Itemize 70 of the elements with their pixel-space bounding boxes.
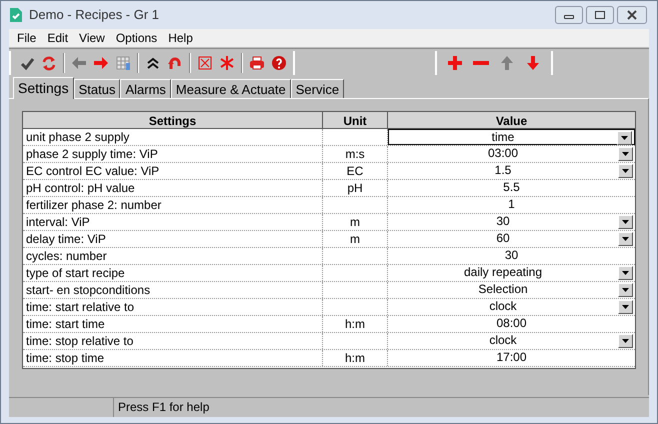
table-cell: m bbox=[323, 214, 388, 230]
table-cell: fertilizer phase 2: number bbox=[23, 197, 323, 213]
value-field[interactable]: 1 bbox=[388, 197, 635, 213]
minimize-icon bbox=[564, 15, 574, 19]
printer-icon bbox=[249, 54, 265, 70]
right-arrow-icon bbox=[93, 54, 109, 70]
maximize-button[interactable] bbox=[586, 6, 614, 24]
up-arrow-icon bbox=[499, 54, 515, 70]
dropdown-field[interactable]: 03:00 bbox=[388, 146, 635, 162]
table-cell: pH control: pH value bbox=[23, 180, 323, 196]
down-arrow-icon bbox=[525, 54, 541, 70]
table-cell: phase 2 supply time: ViP bbox=[23, 146, 323, 162]
help-icon bbox=[271, 54, 287, 70]
table-cell: delay time: ViP bbox=[23, 231, 323, 247]
undo-arrow-icon bbox=[167, 54, 183, 70]
close-icon bbox=[626, 10, 638, 20]
menu-item[interactable]: Options bbox=[112, 29, 162, 47]
column-header: Unit bbox=[323, 112, 388, 128]
tab[interactable]: Status bbox=[74, 79, 120, 98]
dropdown-field[interactable]: Selection bbox=[388, 282, 635, 298]
dropdown-field[interactable]: 60 bbox=[388, 231, 635, 247]
dropdown-field[interactable]: 1.5 bbox=[388, 163, 635, 179]
table-cell: EC bbox=[323, 163, 388, 179]
menu-item[interactable]: File bbox=[13, 29, 40, 47]
dropdown-field[interactable]: clock bbox=[388, 299, 635, 315]
table-cell: start- en stopconditions bbox=[23, 282, 323, 298]
table-cell: m bbox=[323, 231, 388, 247]
grid-icon bbox=[115, 54, 131, 70]
asterisk-icon bbox=[219, 54, 235, 70]
table-cell: interval: ViP bbox=[23, 214, 323, 230]
table-cell: cycles: number bbox=[23, 248, 323, 264]
dropdown-field[interactable]: 30 bbox=[388, 214, 635, 230]
value-field[interactable]: 30 bbox=[388, 248, 635, 264]
menu-item[interactable]: Help bbox=[164, 29, 197, 47]
table-cell: time: stop relative to bbox=[23, 333, 323, 349]
tab[interactable]: Service bbox=[290, 79, 344, 98]
table-cell: EC control EC value: ViP bbox=[23, 163, 323, 179]
dropdown-field[interactable]: daily repeating bbox=[388, 265, 635, 281]
app-icon bbox=[9, 7, 23, 23]
table-cell: time: stop time bbox=[23, 350, 323, 366]
tab[interactable]: Measure & Actuate bbox=[170, 79, 291, 98]
left-arrow-icon bbox=[71, 54, 87, 70]
table-cell: unit phase 2 supply bbox=[23, 129, 323, 145]
window-title: Demo - Recipes - Gr 1 bbox=[29, 6, 160, 24]
menu-item[interactable]: Edit bbox=[43, 29, 72, 47]
refresh-icon bbox=[41, 54, 57, 70]
minimize-button[interactable] bbox=[555, 6, 583, 24]
menu-item[interactable]: View bbox=[75, 29, 109, 47]
dropdown-field[interactable]: clock bbox=[388, 333, 635, 349]
maximize-icon bbox=[595, 11, 605, 19]
x-box-icon bbox=[197, 54, 213, 70]
tab[interactable]: Settings bbox=[13, 77, 74, 99]
table-cell: type of start recipe bbox=[23, 265, 323, 281]
plus-icon bbox=[447, 54, 463, 70]
table-cell: h:m bbox=[323, 316, 388, 332]
minus-icon bbox=[473, 58, 489, 66]
column-header: Settings bbox=[23, 112, 323, 128]
column-header: Value bbox=[494, 113, 528, 128]
status-text: Press F1 for help bbox=[117, 399, 210, 416]
table-cell: h:m bbox=[323, 350, 388, 366]
table-cell: m:s bbox=[323, 146, 388, 162]
value-field[interactable]: 5.5 bbox=[388, 180, 635, 196]
table-cell: time: start relative to bbox=[23, 299, 323, 315]
value-field[interactable]: 17:00 bbox=[388, 350, 635, 366]
close-button[interactable] bbox=[617, 6, 647, 24]
tab[interactable]: Alarms bbox=[120, 79, 171, 98]
value-field[interactable]: 08:00 bbox=[388, 316, 635, 332]
dropdown-field[interactable]: time bbox=[388, 129, 635, 145]
table-cell: pH bbox=[323, 180, 388, 196]
table-cell: time: start time bbox=[23, 316, 323, 332]
